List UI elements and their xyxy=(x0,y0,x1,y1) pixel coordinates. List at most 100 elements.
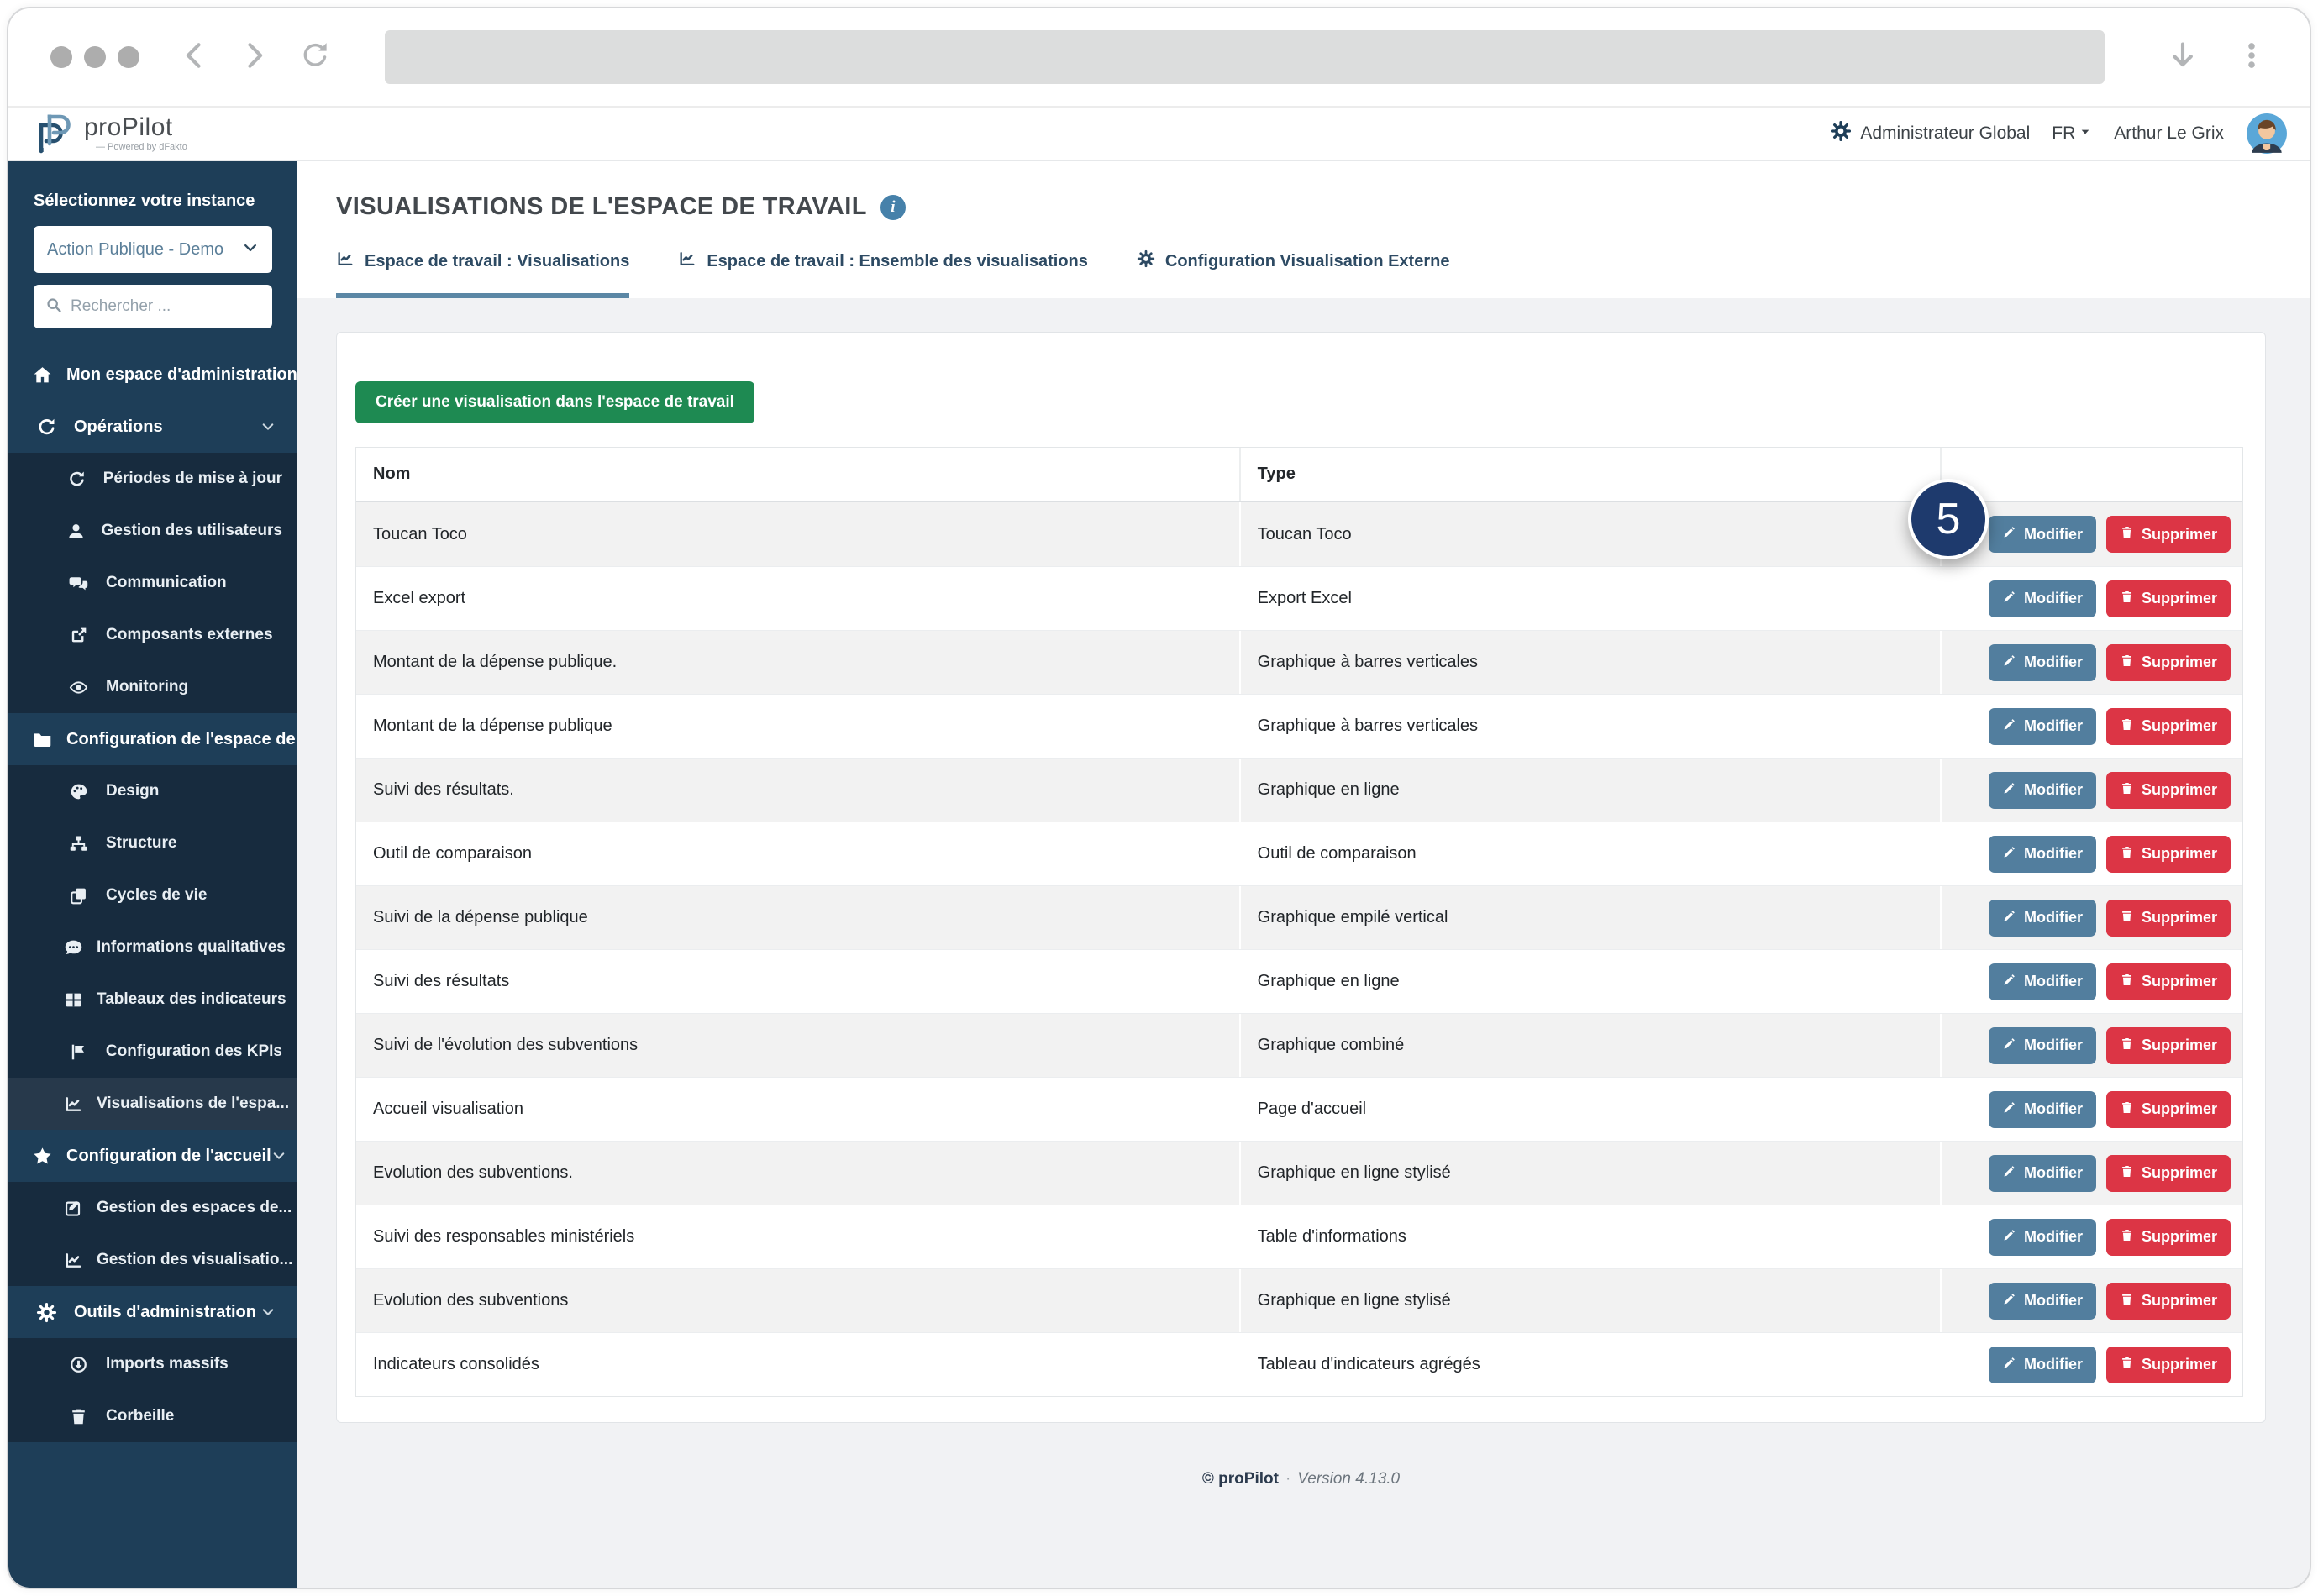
supprimer-button[interactable]: Supprimer xyxy=(2106,1027,2231,1064)
sidebar-item-periodes-de-mise-a-jour[interactable]: Périodes de mise à jour xyxy=(8,453,297,505)
modifier-button[interactable]: Modifier xyxy=(1989,1155,2096,1192)
role-menu[interactable]: Administrateur Global xyxy=(1830,120,2030,147)
supprimer-button[interactable]: Supprimer xyxy=(2106,836,2231,873)
info-icon[interactable]: i xyxy=(880,195,906,220)
kebab-menu-icon[interactable] xyxy=(2236,39,2268,76)
instance-select[interactable]: Action Publique - Demo xyxy=(34,226,272,273)
sidebar-item-imports-massifs[interactable]: Imports massifs xyxy=(8,1338,297,1390)
pencil-icon xyxy=(2002,1037,2016,1055)
sidebar-item-design[interactable]: Design xyxy=(8,765,297,817)
row-actions: 5ModifierSupprimer xyxy=(1940,502,2242,566)
download-icon[interactable] xyxy=(2167,39,2199,76)
trash-icon xyxy=(2120,1228,2134,1247)
language-selector[interactable]: FR xyxy=(2052,123,2092,144)
sidebar-item-configuration-de-l-accueil[interactable]: Configuration de l'accueil xyxy=(8,1130,297,1182)
pencil-icon xyxy=(2002,909,2016,927)
pencil-icon xyxy=(2002,1356,2016,1374)
supprimer-button[interactable]: Supprimer xyxy=(2106,772,2231,809)
tab-label: Espace de travail : Visualisations xyxy=(365,252,629,271)
sidebar-item-operations[interactable]: Opérations xyxy=(8,401,297,453)
address-bar[interactable] xyxy=(385,30,2105,84)
pencil-icon xyxy=(2002,525,2016,543)
table-row: Evolution des subventionsGraphique en li… xyxy=(356,1268,2242,1332)
tab-configuration-visualisation-externe[interactable]: Configuration Visualisation Externe xyxy=(1137,249,1450,298)
sidebar-item-monitoring[interactable]: Monitoring xyxy=(8,661,297,713)
sidebar-search xyxy=(34,285,272,328)
modifier-button[interactable]: Modifier xyxy=(1989,772,2096,809)
sidebar-item-informations-qualitatives[interactable]: Informations qualitatives xyxy=(8,921,297,974)
column-header-type: Type xyxy=(1239,448,1940,501)
app-header: proPilot — Powered by dFakto Administrat… xyxy=(8,108,2310,161)
modifier-button[interactable]: Modifier xyxy=(1989,1347,2096,1383)
window-dot[interactable] xyxy=(118,46,139,68)
supprimer-button[interactable]: Supprimer xyxy=(2106,1347,2231,1383)
tab-espace-de-travail-visualisations[interactable]: Espace de travail : Visualisations xyxy=(336,249,629,298)
sidebar-item-gestion-des-visualisatio[interactable]: Gestion des visualisatio... xyxy=(8,1234,297,1286)
row-name: Suivi des résultats. xyxy=(356,780,1239,800)
back-icon[interactable] xyxy=(178,39,210,76)
modifier-button[interactable]: Modifier xyxy=(1989,644,2096,681)
sidebar-item-composants-externes[interactable]: Composants externes xyxy=(8,609,297,661)
search-input[interactable] xyxy=(71,297,260,316)
share-icon xyxy=(64,626,92,645)
modifier-button[interactable]: Modifier xyxy=(1989,1219,2096,1256)
folder-icon xyxy=(32,729,53,750)
modifier-button[interactable]: Modifier xyxy=(1989,708,2096,745)
sidebar-item-label: Configuration des KPIs xyxy=(106,1042,282,1061)
modifier-button[interactable]: Modifier xyxy=(1989,963,2096,1000)
sidebar-item-structure[interactable]: Structure xyxy=(8,817,297,869)
supprimer-button[interactable]: Supprimer xyxy=(2106,1155,2231,1192)
refresh-icon[interactable] xyxy=(299,39,331,76)
sidebar-item-tableaux-des-indicateurs[interactable]: Tableaux des indicateurs xyxy=(8,974,297,1026)
chevron-down-icon xyxy=(260,1305,276,1320)
palette-icon xyxy=(64,782,92,801)
sidebar-item-outils-d-administration[interactable]: Outils d'administration xyxy=(8,1286,297,1338)
supprimer-button[interactable]: Supprimer xyxy=(2106,708,2231,745)
row-name: Suivi des responsables ministériels xyxy=(356,1227,1239,1247)
sidebar-item-communication[interactable]: Communication xyxy=(8,557,297,609)
sidebar-item-corbeille[interactable]: Corbeille xyxy=(8,1390,297,1442)
chevron-down-icon xyxy=(242,239,259,260)
create-visualisation-button[interactable]: Créer une visualisation dans l'espace de… xyxy=(355,381,754,423)
modifier-button[interactable]: Modifier xyxy=(1989,516,2096,553)
sidebar-item-gestion-des-espaces-de[interactable]: Gestion des espaces de... xyxy=(8,1182,297,1234)
row-name: Evolution des subventions. xyxy=(356,1163,1239,1183)
supprimer-button[interactable]: Supprimer xyxy=(2106,900,2231,937)
eye-icon xyxy=(64,678,92,697)
supprimer-button[interactable]: Supprimer xyxy=(2106,1219,2231,1256)
forward-icon[interactable] xyxy=(239,39,271,76)
sidebar-item-cycles-de-vie[interactable]: Cycles de vie xyxy=(8,869,297,921)
modifier-button[interactable]: Modifier xyxy=(1989,836,2096,873)
sidebar-item-gestion-des-utilisateurs[interactable]: Gestion des utilisateurs xyxy=(8,505,297,557)
sidebar-item-configuration-de-l-espace-de[interactable]: Configuration de l'espace de ... xyxy=(8,713,297,765)
trash-icon xyxy=(64,1407,92,1426)
sidebar-item-visualisations-de-l-espa[interactable]: Visualisations de l'espa... xyxy=(8,1078,297,1130)
table-body: Toucan TocoToucan Toco5ModifierSupprimer… xyxy=(356,502,2242,1396)
window-controls[interactable] xyxy=(50,46,139,68)
pencil-icon xyxy=(2002,1292,2016,1310)
tab-espace-de-travail-ensemble-des-visualisations[interactable]: Espace de travail : Ensemble des visuali… xyxy=(678,249,1088,298)
sidebar-item-mon-espace-d-administration[interactable]: Mon espace d'administration xyxy=(8,349,297,401)
avatar[interactable] xyxy=(2246,113,2288,155)
modifier-button[interactable]: Modifier xyxy=(1989,580,2096,617)
supprimer-button[interactable]: Supprimer xyxy=(2106,580,2231,617)
supprimer-button[interactable]: Supprimer xyxy=(2106,1091,2231,1128)
modifier-button[interactable]: Modifier xyxy=(1989,1091,2096,1128)
trash-icon xyxy=(2120,1164,2134,1183)
modifier-button[interactable]: Modifier xyxy=(1989,1027,2096,1064)
sidebar-item-configuration-des-kpis[interactable]: Configuration des KPIs xyxy=(8,1026,297,1078)
propilot-logo[interactable]: proPilot — Powered by dFakto xyxy=(30,111,187,156)
comments-icon xyxy=(64,574,92,593)
window-dot[interactable] xyxy=(50,46,72,68)
modifier-button[interactable]: Modifier xyxy=(1989,1283,2096,1320)
table-row: Suivi des responsables ministérielsTable… xyxy=(356,1205,2242,1268)
supprimer-button[interactable]: Supprimer xyxy=(2106,1283,2231,1320)
window-dot[interactable] xyxy=(84,46,106,68)
supprimer-button[interactable]: Supprimer xyxy=(2106,644,2231,681)
modifier-button[interactable]: Modifier xyxy=(1989,900,2096,937)
role-label: Administrateur Global xyxy=(1860,123,2030,144)
supprimer-button[interactable]: Supprimer xyxy=(2106,516,2231,553)
supprimer-button[interactable]: Supprimer xyxy=(2106,963,2231,1000)
sidebar-item-label: Opérations xyxy=(74,417,163,437)
circle-down-icon xyxy=(64,1355,92,1374)
